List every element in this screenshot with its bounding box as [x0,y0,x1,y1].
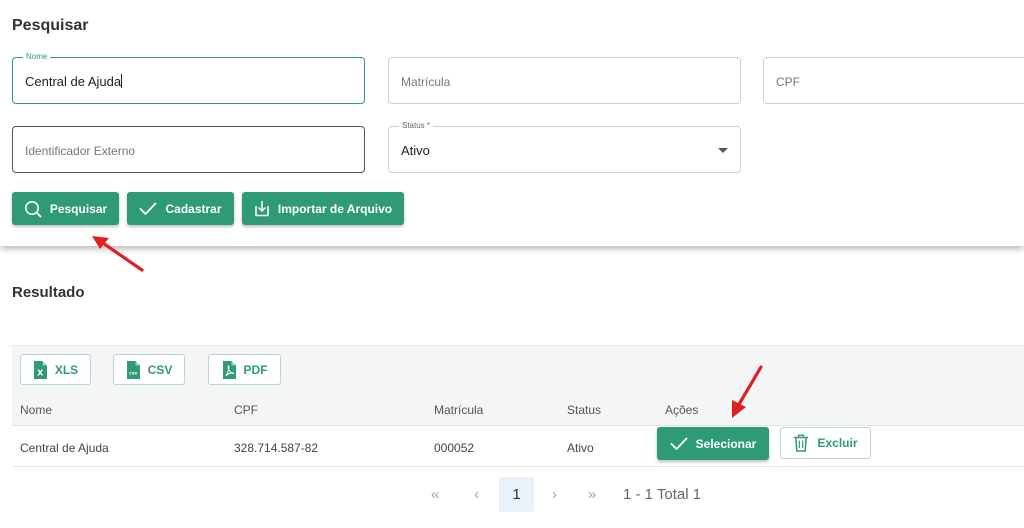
status-select[interactable]: Status * Ativo [388,121,741,173]
importar-arquivo-button[interactable]: Importar de Arquivo [242,192,404,225]
cadastrar-label: Cadastrar [165,201,222,216]
export-pdf-button[interactable]: PDF [208,354,281,385]
export-csv-button[interactable]: csv CSV [113,354,185,385]
table-header: Nome CPF Matrícula Status Ações [12,392,1024,426]
nome-value: Central de Ajuda [25,74,122,89]
selecionar-button[interactable]: Selecionar [657,427,769,460]
table-row: Central de Ajuda 328.714.587-82 000052 A… [12,426,1024,467]
export-xls-button[interactable]: X XLS [20,354,91,385]
pdf-icon [222,360,236,379]
column-header-cpf[interactable]: CPF [234,403,258,417]
current-page-button[interactable]: 1 [499,477,534,512]
annotation-arrow-pesquisar [92,236,144,272]
csv-icon-text: csv [129,371,137,376]
identificador-externo-field[interactable]: Identificador Externo [12,126,365,173]
cell-cpf: 328.714.587-82 [234,441,319,455]
selecionar-label: Selecionar [695,436,757,451]
cadastrar-button[interactable]: Cadastrar [127,192,234,225]
svg-text:X: X [37,368,44,377]
column-header-status[interactable]: Status [567,403,601,417]
search-icon [24,200,42,217]
chevron-down-icon [718,148,728,153]
csv-file-icon: csv [126,360,140,379]
matricula-placeholder: Matrícula [401,75,451,89]
excluir-label: Excluir [817,436,858,450]
status-value: Ativo [401,143,430,158]
results-title: Resultado [12,284,85,301]
export-toolbar: X XLS csv CSV PDF [12,345,1024,392]
identificador-externo-placeholder: Identificador Externo [25,144,136,158]
cpf-placeholder: CPF [776,75,800,89]
cell-status: Ativo [567,441,594,455]
nome-field[interactable]: Nome Central de Ajuda [12,52,365,104]
pagination-summary: 1 - 1 Total 1 [623,486,702,503]
search-panel: Pesquisar Nome Central de Ajuda Matrícul… [0,0,1024,246]
check-icon [140,202,157,215]
column-header-matricula[interactable]: Matrícula [434,403,483,417]
excluir-button[interactable]: Excluir [780,427,871,459]
next-page-button[interactable]: › [552,486,557,503]
trash-icon [794,434,809,452]
check-icon [670,437,688,450]
column-header-acoes: Ações [665,403,699,417]
pesquisar-button[interactable]: Pesquisar [12,192,119,225]
annotation-arrow-selecionar [732,365,763,418]
status-label: Status * [399,121,434,131]
nome-label: Nome [23,52,51,62]
import-icon [255,201,269,217]
text-caret [121,74,123,88]
column-header-nome[interactable]: Nome [20,403,52,417]
export-xls-label: XLS [54,362,79,377]
search-title: Pesquisar [12,17,89,34]
cell-nome: Central de Ajuda [20,441,109,455]
cpf-field[interactable]: CPF [763,57,1024,104]
excel-icon: X [33,360,47,379]
export-pdf-label: PDF [243,362,268,377]
last-page-button[interactable]: » [588,486,596,503]
importar-arquivo-label: Importar de Arquivo [277,201,393,216]
pesquisar-label: Pesquisar [49,201,108,216]
first-page-button[interactable]: « [431,486,439,503]
prev-page-button[interactable]: ‹ [474,486,479,503]
matricula-field[interactable]: Matrícula [388,57,741,104]
cell-matricula: 000052 [434,441,475,455]
export-csv-label: CSV [147,362,173,377]
